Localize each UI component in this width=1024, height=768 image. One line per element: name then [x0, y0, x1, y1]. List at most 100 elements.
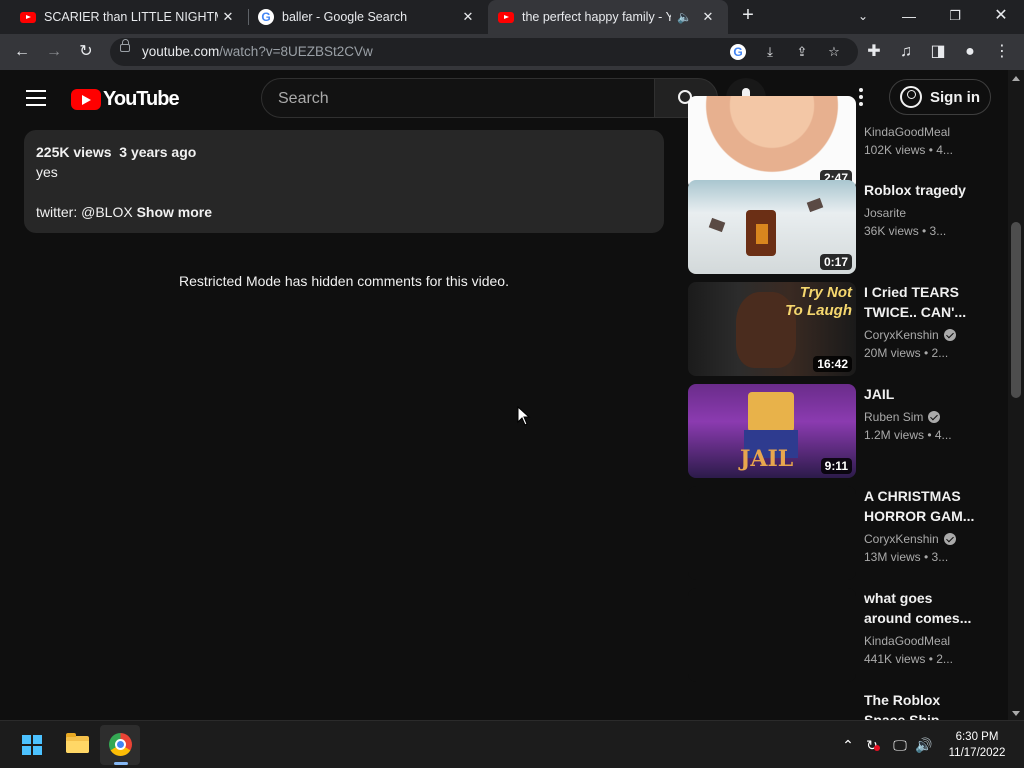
video-duration: 9:11 — [820, 458, 852, 474]
video-meta: 225K views 3 years ago — [36, 144, 197, 160]
recommended-video[interactable]: 2:47 KindaGoodMeal 102K views • 4... — [688, 96, 998, 192]
youtube-favicon-icon — [498, 11, 514, 23]
scroll-up-arrow-icon[interactable] — [1012, 76, 1020, 81]
windows-taskbar: ⌃ ↻ 🖵 🔊 6:30 PM 11/17/2022 — [0, 720, 1024, 768]
tab-search-icon[interactable]: ⌄ — [840, 0, 886, 34]
mouse-cursor-icon — [517, 406, 531, 426]
tab-title: the perfect happy family - YouTube — [522, 10, 672, 24]
video-thumbnail[interactable]: Try Not To Laugh 16:42 — [688, 282, 856, 376]
share-icon[interactable]: ⇪ — [792, 42, 812, 62]
video-title[interactable]: JAIL — [864, 384, 976, 404]
verified-badge-icon — [928, 411, 941, 423]
video-duration: 0:17 — [819, 254, 852, 270]
new-tab-button[interactable]: + — [736, 4, 760, 30]
verified-badge-icon — [943, 329, 956, 341]
view-count: 1.2M views • 4... — [864, 428, 952, 442]
thumbnail-caption: Try Not — [799, 284, 852, 301]
guide-menu-icon[interactable] — [26, 90, 46, 106]
media-control-icon[interactable]: ♫ — [894, 40, 918, 64]
search-placeholder: Search — [278, 90, 329, 107]
recommended-video[interactable]: Try Not To Laugh 16:42 I Cried TEARS TWI… — [688, 282, 998, 378]
page-scrollbar[interactable] — [1008, 70, 1024, 720]
youtube-play-logo-icon — [71, 89, 101, 110]
restore-button[interactable]: ❐ — [932, 0, 978, 34]
verified-badge-icon — [943, 533, 956, 545]
video-title[interactable]: A CHRISTMAS HORROR GAM... — [864, 486, 976, 526]
search-input[interactable]: Search — [261, 78, 655, 118]
video-duration: 16:42 — [813, 356, 852, 372]
video-thumbnail[interactable]: 2:47 — [688, 96, 856, 190]
tab-title: baller - Google Search — [282, 10, 408, 24]
close-tab-icon[interactable]: ✕ — [458, 9, 478, 25]
recommended-video[interactable]: The Roblox Space Ship — [688, 690, 998, 720]
view-count: 20M views • 2... — [864, 346, 949, 360]
channel-name[interactable]: CoryxKenshin — [864, 326, 976, 344]
show-more-button[interactable]: Show more — [137, 204, 212, 220]
browser-toolbar: ← → ↻ youtube.com/watch?v=8UEZBSt2CVw G … — [0, 34, 1024, 70]
profile-icon[interactable]: ● — [958, 40, 982, 64]
video-thumbnail[interactable]: JAIL 9:11 — [688, 384, 856, 478]
side-panel-icon[interactable]: ◨ — [926, 40, 950, 64]
google-favicon-icon: G — [258, 9, 274, 25]
system-clock[interactable]: 6:30 PM 11/17/2022 — [940, 729, 1014, 761]
browser-tab-2[interactable]: the perfect happy family - YouTube 🔈 ✕ — [488, 0, 728, 34]
scroll-down-arrow-icon[interactable] — [1012, 711, 1020, 716]
file-explorer-button[interactable] — [57, 725, 97, 765]
video-thumbnail[interactable]: 0:17 — [688, 180, 856, 274]
youtube-favicon-icon — [20, 11, 36, 23]
recommended-video[interactable]: what goes around comes... KindaGoodMeal … — [688, 588, 998, 684]
channel-name[interactable]: Josarite — [864, 204, 976, 222]
install-app-icon[interactable]: ⤓ — [760, 42, 780, 62]
browser-tab-strip: SCARIER than LITTLE NIGHTMARES ✕ G balle… — [0, 0, 1024, 34]
network-icon[interactable]: 🖵 — [890, 735, 910, 755]
browser-tab-0[interactable]: SCARIER than LITTLE NIGHTMARES ✕ — [0, 0, 248, 34]
video-title[interactable]: The Roblox Space Ship — [864, 690, 976, 720]
minimize-button[interactable]: — — [886, 0, 932, 34]
clock-time: 6:30 PM — [955, 731, 999, 743]
channel-name[interactable]: CoryxKenshin — [864, 530, 976, 548]
video-thumbnail[interactable] — [688, 486, 856, 580]
chrome-taskbar-button[interactable] — [100, 725, 140, 765]
close-tab-icon[interactable]: ✕ — [698, 9, 718, 25]
windows-logo-icon — [22, 735, 42, 755]
sync-alert-icon[interactable]: ↻ — [862, 735, 882, 755]
view-count: 441K views • 2... — [864, 652, 953, 666]
video-thumbnail[interactable] — [688, 588, 856, 682]
reload-button[interactable]: ↻ — [74, 40, 98, 64]
youtube-logo[interactable]: YouTube — [71, 88, 180, 111]
speaker-icon[interactable]: 🔈 — [677, 10, 692, 24]
youtube-wordmark: YouTube — [103, 88, 180, 110]
address-bar[interactable]: youtube.com/watch?v=8UEZBSt2CVw G ⤓ ⇪ ☆ — [110, 38, 858, 66]
video-title[interactable]: Roblox tragedy — [864, 180, 976, 200]
thumbnail-caption: To Laugh — [785, 302, 852, 319]
tab-title: SCARIER than LITTLE NIGHTMARES — [44, 10, 218, 24]
thumbnail-caption: JAIL — [740, 446, 794, 472]
show-hidden-icons-chevron-icon[interactable]: ⌃ — [838, 735, 858, 755]
scrollbar-thumb[interactable] — [1011, 222, 1021, 398]
recommended-video[interactable]: A CHRISTMAS HORROR GAM... CoryxKenshin 1… — [688, 486, 998, 582]
channel-name[interactable]: Ruben Sim — [864, 408, 976, 426]
video-title[interactable]: I Cried TEARS TWICE.. CAN'... — [864, 282, 976, 322]
view-count: 13M views • 3... — [864, 550, 949, 564]
bookmark-star-icon[interactable]: ☆ — [824, 42, 844, 62]
volume-icon[interactable]: 🔊 — [914, 735, 934, 755]
recommended-video[interactable]: JAIL 9:11 JAIL Ruben Sim 1.2M views • 4.… — [688, 384, 998, 480]
back-button[interactable]: ← — [10, 40, 34, 64]
chrome-icon — [109, 733, 132, 756]
chrome-menu-icon[interactable]: ⋮ — [990, 40, 1014, 64]
video-description-box[interactable]: 225K views 3 years ago yes twitter: @BLO… — [24, 130, 664, 233]
channel-name[interactable]: KindaGoodMeal — [864, 632, 976, 650]
browser-tab-1[interactable]: G baller - Google Search ✕ — [248, 0, 488, 34]
close-tab-icon[interactable]: ✕ — [218, 9, 238, 25]
video-title[interactable]: what goes around comes... — [864, 588, 976, 628]
google-lens-icon[interactable]: G — [728, 42, 748, 62]
view-count: 36K views • 3... — [864, 224, 947, 238]
lock-icon[interactable] — [120, 39, 130, 52]
close-window-button[interactable]: ✕ — [978, 0, 1024, 34]
start-button[interactable] — [12, 725, 52, 765]
recommended-video[interactable]: 0:17 Roblox tragedy Josarite 36K views •… — [688, 180, 998, 276]
forward-button[interactable]: → — [42, 40, 66, 64]
url-text[interactable]: youtube.com/watch?v=8UEZBSt2CVw — [142, 44, 373, 59]
extensions-puzzle-icon[interactable]: ✚ — [862, 40, 886, 64]
channel-name[interactable]: KindaGoodMeal — [864, 123, 976, 141]
